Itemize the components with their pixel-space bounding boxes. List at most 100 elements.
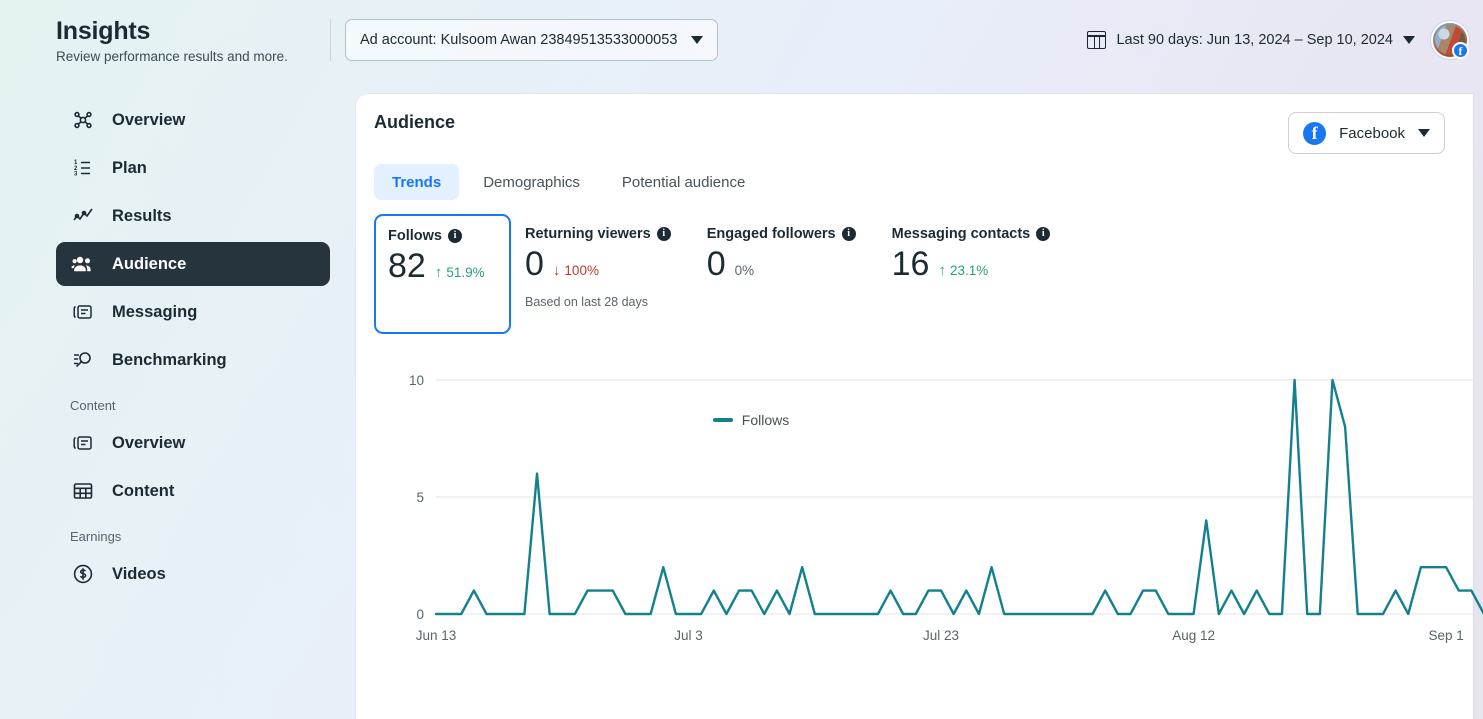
metric-cards: Follows i 82 ↑ 51.9% Returning viewers i… <box>356 200 1473 334</box>
metric-value: 82 <box>388 247 426 285</box>
top-bar: Insights Review performance results and … <box>0 0 1483 80</box>
metric-delta-text: 100% <box>564 263 599 278</box>
sidebar-item-benchmarking[interactable]: Benchmarking <box>56 338 330 382</box>
sidebar-item-label: Plan <box>112 158 147 177</box>
tab-trends[interactable]: Trends <box>374 164 460 200</box>
metric-delta: 0% <box>735 263 755 278</box>
page-subtitle: Review performance results and more. <box>56 48 288 64</box>
platform-select[interactable]: f Facebook <box>1288 112 1445 154</box>
metric-label-text: Returning viewers <box>525 226 651 242</box>
panel-header: Audience f Facebook <box>356 94 1473 154</box>
chevron-down-icon <box>1403 36 1415 44</box>
metric-value-row: 0 0% <box>707 245 856 283</box>
dollar-circle-icon <box>70 561 96 587</box>
legend-label-follows: Follows <box>741 412 790 428</box>
sidebar-item-messaging[interactable]: Messaging <box>56 290 330 334</box>
info-icon[interactable]: i <box>447 229 462 243</box>
metric-value-row: 82 ↑ 51.9% <box>388 247 495 285</box>
tab-label: Potential audience <box>621 173 746 191</box>
header-divider <box>330 19 331 61</box>
metric-delta: ↓ 100% <box>553 263 599 278</box>
sidebar-item-label: Audience <box>112 254 187 273</box>
arrow-up-icon: ↑ <box>434 264 443 281</box>
sidebar-item-label: Content <box>112 481 175 500</box>
tab-label: Demographics <box>483 173 580 191</box>
sidebar-group-content: Content <box>70 398 116 413</box>
chart-x-tick-label: Jul 23 <box>923 628 959 643</box>
top-right-group: Last 90 days: Jun 13, 2024 – Sep 10, 202… <box>1087 21 1469 59</box>
info-icon[interactable]: i <box>841 227 856 241</box>
sidebar-item-results[interactable]: Results <box>56 194 330 238</box>
tab-demographics[interactable]: Demographics <box>465 164 598 200</box>
metric-value-row: 0 ↓ 100% <box>525 245 671 283</box>
sidebar-item-label: Results <box>112 206 172 225</box>
message-cards-icon <box>70 430 96 456</box>
metric-card-messaging-contacts[interactable]: Messaging contacts i 16 ↑ 23.1% <box>878 214 1073 295</box>
legend-swatch-follows <box>712 418 733 422</box>
table-grid-icon <box>70 478 96 504</box>
title-block: Insights Review performance results and … <box>56 17 326 64</box>
message-cards-icon <box>70 299 96 325</box>
avatar[interactable]: f <box>1431 21 1469 59</box>
sidebar-item-videos[interactable]: Videos <box>56 552 330 596</box>
chart-y-tick-label: 5 <box>416 490 424 505</box>
network-nodes-icon <box>70 107 96 133</box>
metric-delta-text: 51.9% <box>446 265 485 280</box>
metric-label: Messaging contacts i <box>892 226 1051 242</box>
sidebar-item-content-overview[interactable]: Overview <box>56 421 330 465</box>
tab-bar: Trends Demographics Potential audience <box>356 154 1473 200</box>
metric-delta: ↑ 23.1% <box>938 263 988 278</box>
sidebar-item-label: Overview <box>112 433 186 452</box>
tab-potential-audience[interactable]: Potential audience <box>604 164 763 200</box>
sidebar-item-label: Messaging <box>112 302 198 321</box>
metric-card-returning-viewers[interactable]: Returning viewers i 0 ↓ 100% Based on la… <box>511 214 693 321</box>
metric-label-text: Follows <box>388 228 442 244</box>
calendar-icon <box>1087 31 1107 49</box>
chart-x-tick-label: Sep 1 <box>1428 628 1463 643</box>
facebook-icon: f <box>1452 42 1469 59</box>
page-scrollbar[interactable] <box>1473 80 1483 719</box>
metric-label: Returning viewers i <box>525 226 671 242</box>
sidebar-item-audience[interactable]: Audience <box>56 242 330 286</box>
metric-delta: ↑ 51.9% <box>435 265 485 280</box>
metric-card-engaged-followers[interactable]: Engaged followers i 0 0% <box>693 214 878 295</box>
audience-panel: Audience f Facebook Trends Demographics … <box>356 94 1483 719</box>
metric-label-text: Engaged followers <box>706 226 836 242</box>
metric-value: 0 <box>525 245 544 283</box>
tab-label: Trends <box>392 173 442 191</box>
chart-x-tick-label: Aug 12 <box>1172 628 1215 643</box>
chart-legend: Follows <box>356 412 1146 428</box>
platform-label: Facebook <box>1339 124 1405 142</box>
magnifier-bars-icon <box>70 347 96 373</box>
ad-account-select[interactable]: Ad account: Kulsoom Awan 238495135330000… <box>345 19 719 61</box>
panel-title: Audience <box>374 112 456 132</box>
chevron-down-icon <box>1418 129 1430 137</box>
sidebar-item-plan[interactable]: 1 2 3 Plan <box>56 146 330 190</box>
metric-delta-text: 23.1% <box>949 263 989 278</box>
chart-canvas: 0 5 10 Jun 13 Jul 3 Jul 23 Aug 12 Sep 1 <box>409 373 1483 643</box>
metric-label: Follows i <box>388 228 495 244</box>
sidebar-item-label: Overview <box>112 110 186 129</box>
sidebar-group-earnings: Earnings <box>70 529 122 544</box>
sidebar-item-label: Videos <box>112 564 166 583</box>
chart-y-tick-label: 10 <box>409 373 424 388</box>
sidebar-item-overview[interactable]: Overview <box>56 98 330 142</box>
info-icon[interactable]: i <box>656 227 671 241</box>
ad-account-label: Ad account: Kulsoom Awan 238495135330000… <box>360 32 678 48</box>
arrow-up-icon: ↑ <box>938 262 946 279</box>
sidebar-item-content[interactable]: Content <box>56 469 330 513</box>
line-chart-icon <box>70 203 96 229</box>
people-group-icon <box>70 251 96 277</box>
info-icon[interactable]: i <box>1036 227 1051 241</box>
chart-y-tick-label: 0 <box>416 607 424 622</box>
metric-value-row: 16 ↑ 23.1% <box>892 245 1051 283</box>
metric-label: Engaged followers i <box>707 226 856 242</box>
arrow-down-icon: ↓ <box>552 262 561 279</box>
metric-card-follows[interactable]: Follows i 82 ↑ 51.9% <box>374 214 511 334</box>
metric-delta-text: 0% <box>734 263 755 278</box>
date-range-select[interactable]: Last 90 days: Jun 13, 2024 – Sep 10, 202… <box>1087 31 1415 49</box>
date-range-label: Last 90 days: Jun 13, 2024 – Sep 10, 202… <box>1116 32 1393 48</box>
svg-text:3: 3 <box>74 172 78 178</box>
numbered-list-icon: 1 2 3 <box>70 155 96 181</box>
metric-label-text: Messaging contacts <box>891 226 1031 242</box>
